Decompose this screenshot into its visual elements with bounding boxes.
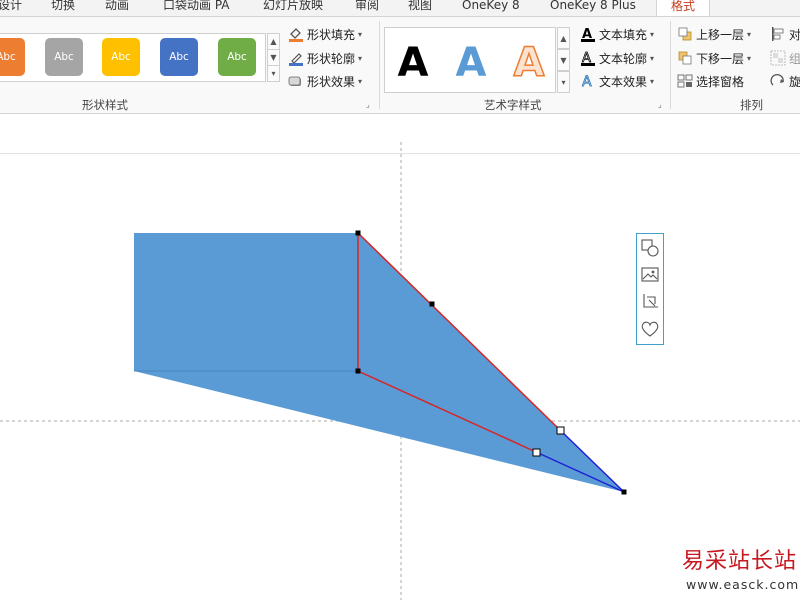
floating-format-toolbar <box>636 233 664 345</box>
slide-canvas[interactable] <box>0 0 800 600</box>
bezier-control-handle[interactable] <box>532 448 541 457</box>
vertex-handle[interactable] <box>429 301 435 307</box>
vertex-handle[interactable] <box>355 230 361 236</box>
watermark-text: 易采站长站 <box>682 549 798 574</box>
bezier-control-handle[interactable] <box>556 426 565 435</box>
picture-icon[interactable] <box>640 264 660 286</box>
blue-shape[interactable] <box>134 233 624 492</box>
watermark-url: www.easck.com <box>686 577 800 592</box>
heart-icon[interactable] <box>640 318 660 340</box>
shapes-icon[interactable] <box>640 237 660 259</box>
watermark: 易采站长站 www.easck.com <box>682 543 800 600</box>
crop-icon[interactable] <box>640 291 660 313</box>
vertex-handle[interactable] <box>621 489 627 495</box>
vertex-handle[interactable] <box>355 368 361 374</box>
